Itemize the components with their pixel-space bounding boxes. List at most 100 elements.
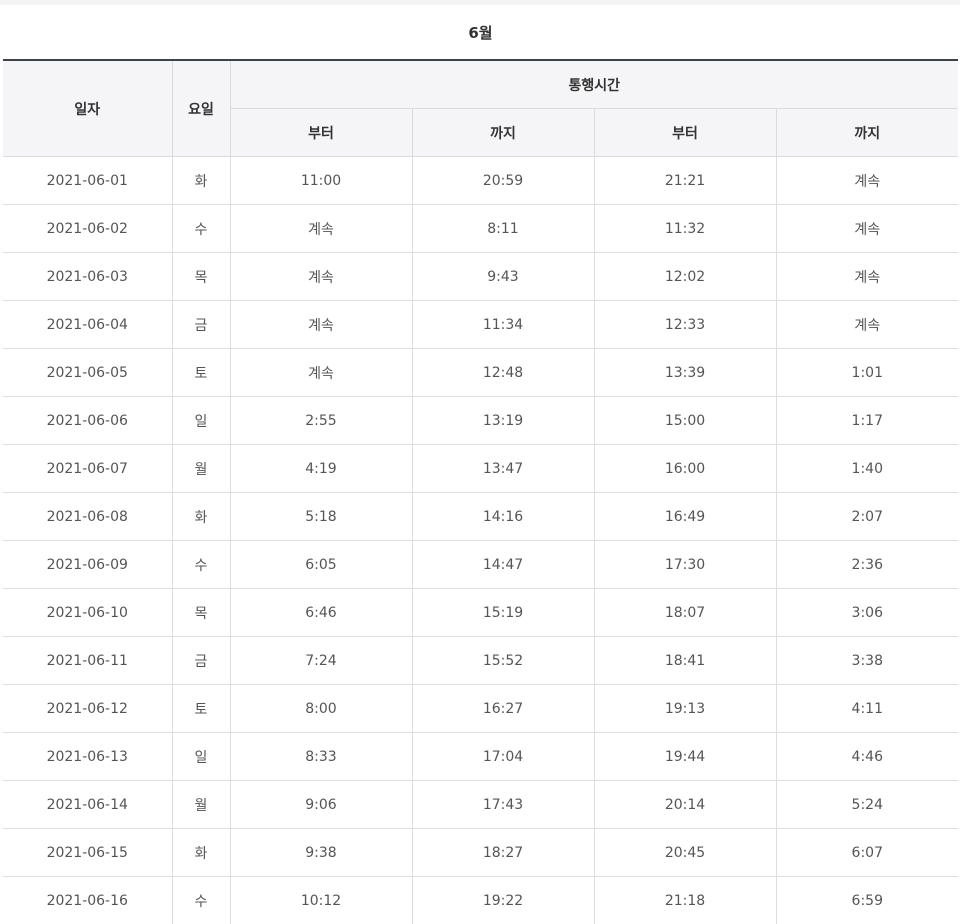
header-date: 일자 xyxy=(3,59,173,157)
cell-weekday: 일 xyxy=(171,396,231,445)
cell-from-1: 7:24 xyxy=(229,636,413,685)
cell-date: 2021-06-06 xyxy=(3,396,173,445)
header-to-1: 까지 xyxy=(411,108,595,157)
cell-from-1: 11:00 xyxy=(229,156,413,205)
cell-to-2: 계속 xyxy=(775,300,959,349)
cell-from-1: 4:19 xyxy=(229,444,413,493)
cell-from-1: 계속 xyxy=(229,252,413,301)
table-row: 2021-06-14 월 9:06 17:43 20:14 5:24 xyxy=(3,780,959,829)
cell-date: 2021-06-08 xyxy=(3,492,173,541)
cell-weekday: 토 xyxy=(171,348,231,397)
table-row: 2021-06-07 월 4:19 13:47 16:00 1:40 xyxy=(3,444,959,493)
cell-date: 2021-06-02 xyxy=(3,204,173,253)
table-row: 2021-06-02 수 계속 8:11 11:32 계속 xyxy=(3,204,959,253)
table-row: 2021-06-01 화 11:00 20:59 21:21 계속 xyxy=(3,156,959,205)
table-row: 2021-06-12 토 8:00 16:27 19:13 4:11 xyxy=(3,684,959,733)
cell-weekday: 토 xyxy=(171,684,231,733)
cell-weekday: 금 xyxy=(171,636,231,685)
cell-to-2: 3:38 xyxy=(775,636,959,685)
cell-from-2: 17:30 xyxy=(593,540,777,589)
cell-weekday: 화 xyxy=(171,492,231,541)
cell-to-1: 14:47 xyxy=(411,540,595,589)
cell-weekday: 일 xyxy=(171,732,231,781)
header-from-2: 부터 xyxy=(593,108,777,157)
table-row: 2021-06-04 금 계속 11:34 12:33 계속 xyxy=(3,300,959,349)
cell-to-1: 13:47 xyxy=(411,444,595,493)
cell-from-2: 19:13 xyxy=(593,684,777,733)
cell-to-2: 6:07 xyxy=(775,828,959,877)
cell-date: 2021-06-01 xyxy=(3,156,173,205)
cell-weekday: 금 xyxy=(171,300,231,349)
cell-date: 2021-06-13 xyxy=(3,732,173,781)
cell-to-1: 9:43 xyxy=(411,252,595,301)
cell-date: 2021-06-04 xyxy=(3,300,173,349)
cell-from-2: 13:39 xyxy=(593,348,777,397)
page: 6월 일자 요일 통행시간 부터 까지 부터 까지 2021-06-01 화 11:… xyxy=(0,0,960,924)
cell-date: 2021-06-11 xyxy=(3,636,173,685)
cell-from-1: 10:12 xyxy=(229,876,413,924)
cell-to-2: 계속 xyxy=(775,156,959,205)
cell-from-1: 계속 xyxy=(229,204,413,253)
cell-to-2: 4:46 xyxy=(775,732,959,781)
cell-to-1: 15:19 xyxy=(411,588,595,637)
table-row: 2021-06-15 화 9:38 18:27 20:45 6:07 xyxy=(3,828,959,877)
cell-from-2: 12:02 xyxy=(593,252,777,301)
cell-to-2: 4:11 xyxy=(775,684,959,733)
header-row-1: 일자 요일 통행시간 xyxy=(3,59,959,157)
cell-to-1: 13:19 xyxy=(411,396,595,445)
header-weekday: 요일 xyxy=(171,59,231,157)
table-header: 일자 요일 통행시간 부터 까지 부터 까지 xyxy=(3,59,959,157)
table-caption: 6월 xyxy=(468,24,493,42)
cell-to-2: 계속 xyxy=(775,204,959,253)
cell-to-2: 1:01 xyxy=(775,348,959,397)
cell-to-1: 18:27 xyxy=(411,828,595,877)
cell-from-2: 20:45 xyxy=(593,828,777,877)
cell-to-2: 계속 xyxy=(775,252,959,301)
cell-from-1: 5:18 xyxy=(229,492,413,541)
cell-to-2: 1:17 xyxy=(775,396,959,445)
cell-to-2: 1:40 xyxy=(775,444,959,493)
cell-weekday: 수 xyxy=(171,204,231,253)
cell-to-1: 8:11 xyxy=(411,204,595,253)
cell-weekday: 수 xyxy=(171,876,231,924)
cell-to-1: 12:48 xyxy=(411,348,595,397)
cell-weekday: 월 xyxy=(171,780,231,829)
cell-to-2: 2:36 xyxy=(775,540,959,589)
cell-to-1: 11:34 xyxy=(411,300,595,349)
cell-to-2: 3:06 xyxy=(775,588,959,637)
cell-from-2: 18:07 xyxy=(593,588,777,637)
cell-from-1: 6:05 xyxy=(229,540,413,589)
cell-to-2: 2:07 xyxy=(775,492,959,541)
passage-time-table: 일자 요일 통행시간 부터 까지 부터 까지 2021-06-01 화 11:00 2… xyxy=(3,59,959,924)
cell-date: 2021-06-09 xyxy=(3,540,173,589)
cell-from-2: 12:33 xyxy=(593,300,777,349)
table-row: 2021-06-06 일 2:55 13:19 15:00 1:17 xyxy=(3,396,959,445)
cell-date: 2021-06-16 xyxy=(3,876,173,924)
cell-from-1: 8:00 xyxy=(229,684,413,733)
table-row: 2021-06-11 금 7:24 15:52 18:41 3:38 xyxy=(3,636,959,685)
cell-from-1: 6:46 xyxy=(229,588,413,637)
header-to-2: 까지 xyxy=(775,108,959,157)
cell-from-2: 18:41 xyxy=(593,636,777,685)
cell-to-2: 5:24 xyxy=(775,780,959,829)
cell-weekday: 목 xyxy=(171,588,231,637)
table-row: 2021-06-03 목 계속 9:43 12:02 계속 xyxy=(3,252,959,301)
cell-from-2: 20:14 xyxy=(593,780,777,829)
cell-to-1: 14:16 xyxy=(411,492,595,541)
cell-weekday: 월 xyxy=(171,444,231,493)
header-passage-time: 통행시간 xyxy=(229,59,959,109)
cell-from-2: 16:00 xyxy=(593,444,777,493)
table-row: 2021-06-16 수 10:12 19:22 21:18 6:59 xyxy=(3,876,959,924)
cell-from-1: 9:06 xyxy=(229,780,413,829)
cell-to-1: 17:43 xyxy=(411,780,595,829)
cell-weekday: 화 xyxy=(171,828,231,877)
table-row: 2021-06-10 목 6:46 15:19 18:07 3:06 xyxy=(3,588,959,637)
cell-weekday: 목 xyxy=(171,252,231,301)
cell-to-1: 19:22 xyxy=(411,876,595,924)
cell-to-1: 17:04 xyxy=(411,732,595,781)
cell-from-1: 계속 xyxy=(229,300,413,349)
cell-from-2: 19:44 xyxy=(593,732,777,781)
table-row: 2021-06-13 일 8:33 17:04 19:44 4:46 xyxy=(3,732,959,781)
cell-to-1: 20:59 xyxy=(411,156,595,205)
cell-from-1: 2:55 xyxy=(229,396,413,445)
